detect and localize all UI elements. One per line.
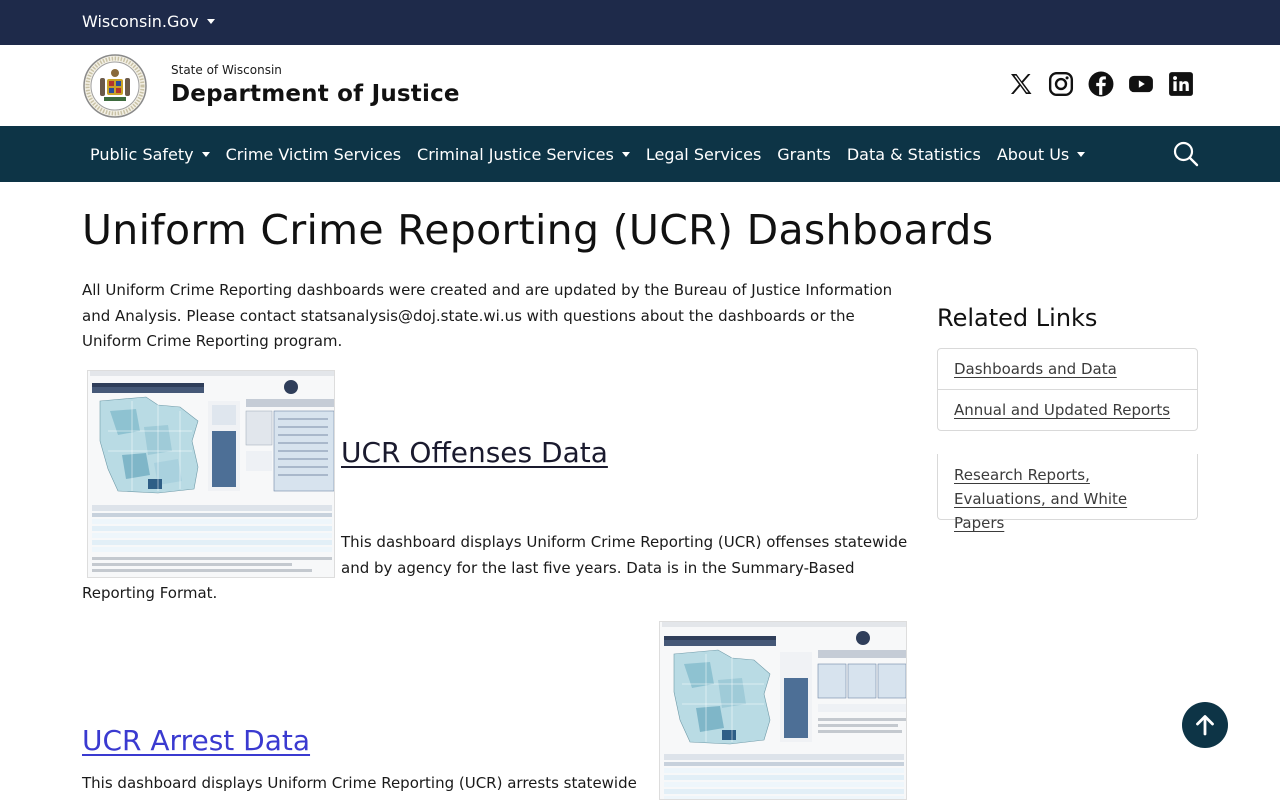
offenses-description-cont: Reporting Format. xyxy=(82,584,218,602)
doj-seal-logo[interactable] xyxy=(82,53,148,119)
linkedin-icon[interactable] xyxy=(1168,71,1194,97)
ucr-arrest-data-link[interactable]: UCR Arrest Data xyxy=(82,724,310,757)
social-links xyxy=(1008,71,1194,97)
x-icon[interactable] xyxy=(1008,71,1034,97)
related-link-dashboards[interactable]: Dashboards and Data xyxy=(938,349,1197,390)
arrests-dashboard-thumbnail[interactable] xyxy=(659,621,907,800)
wisconsin-gov-menu[interactable]: Wisconsin.Gov xyxy=(82,12,215,31)
back-to-top-button[interactable] xyxy=(1182,702,1228,748)
chevron-down-icon xyxy=(206,19,215,24)
department-title: Department of Justice xyxy=(171,81,460,107)
nav-item-public-safety[interactable]: Public Safety xyxy=(82,145,218,164)
page-title: Uniform Crime Reporting (UCR) Dashboards xyxy=(82,206,994,254)
nav-item-label: Crime Victim Services xyxy=(225,144,402,164)
nav-item-about-us[interactable]: About Us xyxy=(989,145,1093,164)
instagram-icon[interactable] xyxy=(1048,71,1074,97)
nav-item-crime-victim-services[interactable]: Crime Victim Services xyxy=(218,145,409,164)
offenses-dashboard-thumbnail[interactable] xyxy=(87,370,335,578)
nav-item-label: Grants xyxy=(777,144,831,164)
arrow-up-icon xyxy=(1196,715,1214,736)
intro-text: All Uniform Crime Reporting dashboards w… xyxy=(82,281,893,350)
nav-item-label: About Us xyxy=(996,144,1070,164)
agency-name[interactable]: State of Wisconsin Department of Justice xyxy=(171,63,460,109)
nav-menu: Public Safety Crime Victim Services Crimin… xyxy=(82,126,1093,182)
wisconsin-gov-label: Wisconsin.Gov xyxy=(82,12,199,31)
nav-item-data-statistics[interactable]: Data & Statistics xyxy=(839,145,989,164)
related-link-annual-reports[interactable]: Annual and Updated Reports xyxy=(938,390,1197,430)
state-label: State of Wisconsin xyxy=(171,63,282,77)
chevron-down-icon xyxy=(201,151,210,157)
utility-bar: Wisconsin.Gov xyxy=(0,0,1280,45)
related-link-research-reports[interactable]: Research Reports, Evaluations, and White… xyxy=(938,454,1197,535)
chevron-down-icon xyxy=(1077,151,1086,157)
related-links-list-2: Research Reports, Evaluations, and White… xyxy=(937,454,1198,532)
nav-item-criminal-justice-services[interactable]: Criminal Justice Services xyxy=(409,145,638,164)
related-links-heading: Related Links xyxy=(937,304,1098,332)
related-links-list: Dashboards and Data Annual and Updated R… xyxy=(937,348,1198,431)
nav-item-grants[interactable]: Grants xyxy=(769,145,839,164)
chevron-down-icon xyxy=(621,151,630,157)
ucr-offenses-data-link[interactable]: UCR Offenses Data xyxy=(341,436,608,469)
site-header: State of Wisconsin Department of Justice xyxy=(0,45,1280,126)
arrests-description: This dashboard displays Uniform Crime Re… xyxy=(82,774,637,792)
nav-item-label: Public Safety xyxy=(90,144,194,164)
nav-item-label: Criminal Justice Services xyxy=(417,144,614,164)
nav-item-label: Data & Statistics xyxy=(846,144,981,164)
offenses-description: This dashboard displays Uniform Crime Re… xyxy=(341,533,908,577)
facebook-icon[interactable] xyxy=(1088,71,1114,97)
youtube-icon[interactable] xyxy=(1128,71,1154,97)
main-navigation: Public Safety Crime Victim Services Crimin… xyxy=(0,126,1280,182)
search-icon[interactable] xyxy=(1172,140,1200,168)
nav-item-label: Legal Services xyxy=(645,144,762,164)
nav-item-legal-services[interactable]: Legal Services xyxy=(638,145,769,164)
